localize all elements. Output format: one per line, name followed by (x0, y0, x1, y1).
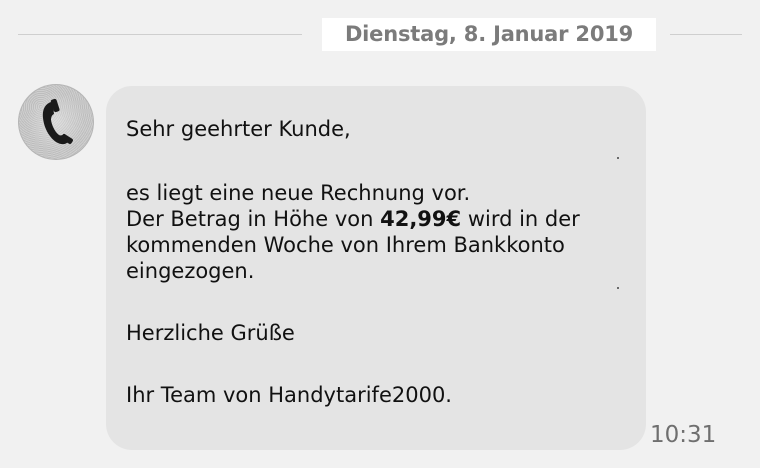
message-line: kommenden Woche von Ihrem Bankkonto (126, 233, 565, 257)
message-text: Der Betrag in Höhe von (126, 207, 381, 231)
speck-artifact (617, 287, 619, 289)
message-signature: Ihr Team von Handytarife2000. (126, 383, 452, 407)
message-bubble[interactable]: Sehr geehrter Kunde, es liegt eine neue … (106, 86, 646, 450)
speck-artifact (617, 157, 619, 159)
message-line: es liegt eine neue Rechnung vor. (126, 181, 471, 205)
message-closing: Herzliche Grüße (126, 321, 295, 345)
message-line: eingezogen. (126, 259, 255, 283)
date-divider-left (18, 34, 302, 35)
date-separator: Dienstag, 8. Januar 2019 (0, 0, 760, 68)
message-timestamp: 10:31 (650, 422, 717, 448)
message-line: Der Betrag in Höhe von 42,99€ wird in de… (126, 206, 626, 232)
date-divider-right (670, 34, 742, 35)
date-label: Dienstag, 8. Januar 2019 (322, 18, 656, 51)
telephone-handset-icon (42, 98, 73, 145)
invoice-amount: 42,99€ (380, 207, 462, 231)
message-text: wird in der (461, 207, 580, 231)
avatar[interactable] (18, 84, 94, 160)
message-greeting: Sehr geehrter Kunde, (126, 117, 351, 141)
